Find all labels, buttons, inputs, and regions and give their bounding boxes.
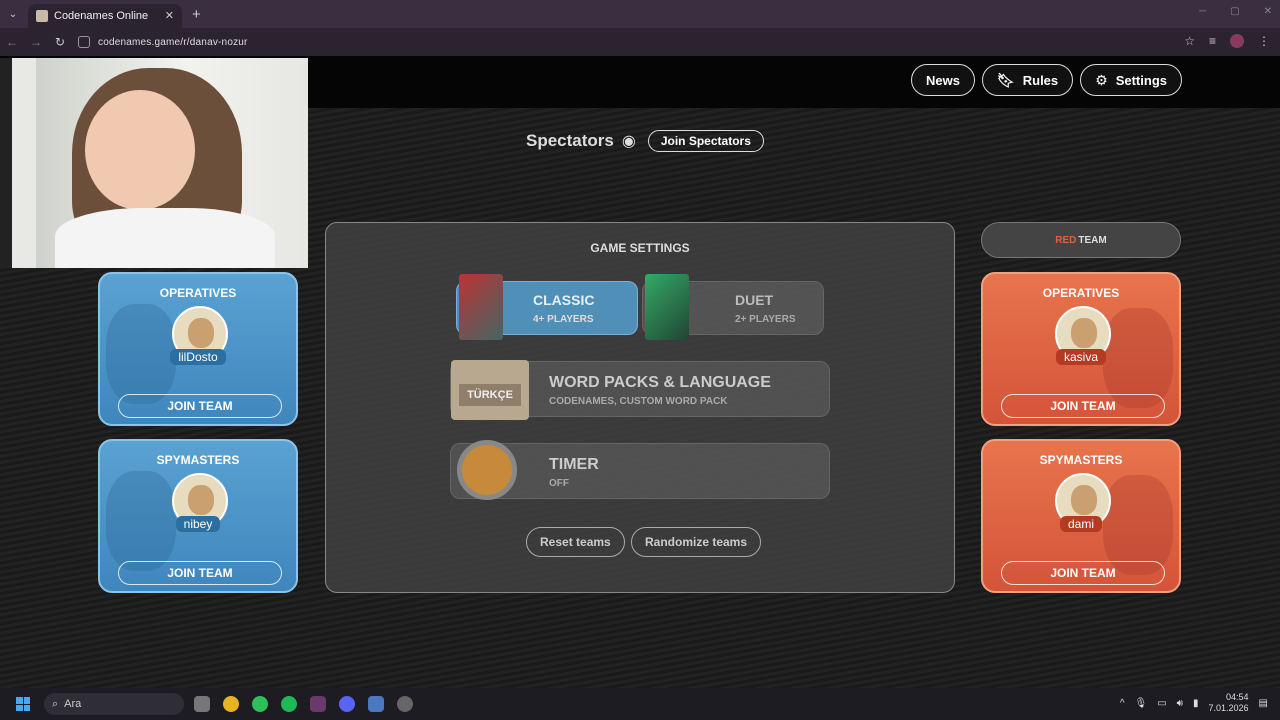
microphone-icon[interactable]: 🎙︎ bbox=[1135, 698, 1148, 709]
url-field[interactable]: codenames.game/r/danav-nozur bbox=[78, 36, 248, 48]
join-red-operatives-button[interactable]: JOIN TEAM bbox=[1001, 394, 1165, 418]
game-settings-panel: GAME SETTINGS CLASSIC 4+ PLAYERS DUET 2+… bbox=[325, 222, 955, 593]
news-button[interactable]: News bbox=[910, 64, 975, 96]
bookmark-star-icon[interactable]: ☆ bbox=[1184, 34, 1195, 48]
favicon-icon bbox=[36, 10, 48, 22]
mode-classic-button[interactable]: CLASSIC 4+ PLAYERS bbox=[456, 274, 638, 340]
chevron-up-icon[interactable]: ^ bbox=[1120, 698, 1125, 709]
tab-title: Codenames Online bbox=[54, 10, 149, 22]
blue-spymasters-card: SPYMASTERS nibey JOIN TEAM bbox=[98, 439, 298, 593]
eye-icon: ◉ bbox=[621, 133, 636, 150]
app-icon[interactable] bbox=[310, 696, 326, 712]
spotify-icon[interactable] bbox=[281, 696, 297, 712]
tab-search-icon[interactable]: ⌄ bbox=[0, 0, 26, 28]
close-tab-icon[interactable]: ✕ bbox=[165, 9, 174, 22]
spectators-row: Spectators ◉ Join Spectators bbox=[526, 130, 764, 152]
forward-icon[interactable]: → bbox=[24, 35, 48, 49]
stopwatch-icon bbox=[457, 440, 517, 500]
obs-icon[interactable] bbox=[397, 696, 413, 712]
whatsapp-icon[interactable] bbox=[252, 696, 268, 712]
clock[interactable]: 04:54 7.01.2026 bbox=[1209, 692, 1249, 714]
new-tab-icon[interactable]: + bbox=[192, 6, 201, 23]
spectators-label: Spectators bbox=[526, 131, 614, 150]
settings-button[interactable]: ⚙ Settings bbox=[1080, 64, 1182, 96]
network-icon[interactable]: ▭ bbox=[1157, 698, 1166, 709]
minimize-icon[interactable]: ─ bbox=[1199, 6, 1206, 17]
duet-box-image bbox=[645, 274, 689, 340]
join-blue-operatives-button[interactable]: JOIN TEAM bbox=[118, 394, 282, 418]
timer-button[interactable]: TIMER OFF bbox=[450, 440, 830, 500]
taskbar: ⌕ Ara ^ 🎙︎ ▭ 🔊︎ ▮ 04:54 7.01.2026 ▤ bbox=[0, 688, 1280, 720]
back-icon[interactable]: ← bbox=[0, 35, 24, 49]
game-settings-title: GAME SETTINGS bbox=[590, 241, 690, 255]
mode-duet-button[interactable]: DUET 2+ PLAYERS bbox=[642, 274, 824, 340]
browser-menu-icon[interactable]: ⋮ bbox=[1258, 34, 1270, 48]
join-spectators-button[interactable]: Join Spectators bbox=[647, 130, 764, 152]
taskbar-search[interactable]: ⌕ Ara bbox=[44, 693, 184, 715]
browser-tab[interactable]: Codenames Online ✕ bbox=[28, 4, 182, 28]
language-box-image: TÜRKÇE bbox=[451, 360, 529, 420]
window-close-icon[interactable]: ✕ bbox=[1264, 6, 1272, 17]
bookmark-icon: 🔖︎ bbox=[996, 71, 1015, 88]
windows-start-icon[interactable] bbox=[16, 697, 30, 711]
join-blue-spymasters-button[interactable]: JOIN TEAM bbox=[118, 561, 282, 585]
reset-teams-button[interactable]: Reset teams bbox=[526, 527, 625, 557]
game-page: News 🔖︎ Rules ⚙ Settings Spectators ◉ Join… bbox=[0, 56, 1280, 688]
randomize-teams-button[interactable]: Randomize teams bbox=[631, 527, 762, 557]
file-explorer-icon[interactable] bbox=[194, 696, 210, 712]
word-packs-button[interactable]: TÜRKÇE WORD PACKS & LANGUAGE CODENAMES, … bbox=[450, 360, 830, 420]
media-control-icon[interactable]: ≡ bbox=[1209, 34, 1216, 48]
browser-tab-bar: ⌄ Codenames Online ✕ + ─ ▢ ✕ bbox=[0, 0, 1280, 28]
rules-button[interactable]: 🔖︎ Rules bbox=[981, 64, 1074, 96]
player-name: nibey bbox=[175, 516, 221, 532]
join-red-spymasters-button[interactable]: JOIN TEAM bbox=[1001, 561, 1165, 585]
profile-avatar-icon[interactable] bbox=[1230, 34, 1244, 48]
search-icon: ⌕ bbox=[52, 697, 59, 710]
system-tray: ^ 🎙︎ ▭ 🔊︎ ▮ 04:54 7.01.2026 ▤ bbox=[1120, 692, 1268, 714]
app-icon[interactable] bbox=[368, 696, 384, 712]
blue-operatives-card: OPERATIVES lilDosto JOIN TEAM bbox=[98, 272, 298, 426]
discord-icon[interactable] bbox=[339, 696, 355, 712]
red-spymasters-card: SPYMASTERS dami JOIN TEAM bbox=[981, 439, 1181, 593]
red-team-header: RED TEAM bbox=[981, 222, 1181, 258]
player-name: lilDosto bbox=[170, 349, 226, 365]
red-operatives-card: OPERATIVES kasiva JOIN TEAM bbox=[981, 272, 1181, 426]
battery-icon[interactable]: ▮ bbox=[1193, 698, 1199, 709]
reload-icon[interactable]: ↻ bbox=[48, 35, 72, 49]
maximize-icon[interactable]: ▢ bbox=[1230, 6, 1239, 17]
classic-box-image bbox=[459, 274, 503, 340]
player-name: kasiva bbox=[1055, 349, 1106, 365]
url-text: codenames.game/r/danav-nozur bbox=[98, 36, 248, 48]
player-name: dami bbox=[1059, 516, 1102, 532]
chrome-icon[interactable] bbox=[223, 696, 239, 712]
webcam-overlay bbox=[0, 58, 308, 268]
notification-icon[interactable]: ▤ bbox=[1259, 698, 1268, 709]
gear-icon: ⚙ bbox=[1095, 71, 1108, 88]
site-info-icon[interactable] bbox=[78, 36, 90, 48]
address-bar: ← → ↻ codenames.game/r/danav-nozur ☆ ≡ ⋮ bbox=[0, 28, 1280, 56]
header-buttons: News 🔖︎ Rules ⚙ Settings bbox=[910, 64, 1182, 96]
volume-icon[interactable]: 🔊︎ bbox=[1177, 698, 1183, 709]
